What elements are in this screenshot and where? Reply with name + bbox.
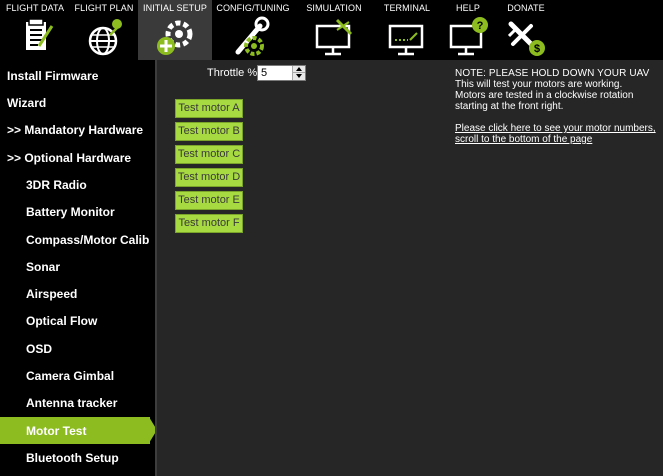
sidebar: Install Firmware Wizard >> Mandatory Har… xyxy=(0,60,157,476)
link-text: scroll to the bottom of the page xyxy=(455,134,593,145)
sidebar-item-sonar[interactable]: Sonar xyxy=(0,253,157,280)
note-text: starting at the front right. xyxy=(455,101,564,112)
nav-label: FLIGHT DATA xyxy=(5,3,65,13)
test-motor-d-button[interactable]: Test motor D xyxy=(175,168,243,187)
sidebar-item-bluetooth-setup[interactable]: Bluetooth Setup xyxy=(0,444,157,471)
note-title: NOTE: PLEASE HOLD DOWN YOUR UAV xyxy=(455,68,650,79)
nav-donate[interactable]: DONATE $ xyxy=(496,0,556,60)
nav-label: CONFIG/TUNING xyxy=(216,3,290,13)
sidebar-item-wizard[interactable]: Wizard xyxy=(0,89,157,116)
sidebar-item-label: Battery Monitor xyxy=(26,204,115,219)
spin-up-button[interactable] xyxy=(293,66,305,73)
sidebar-item-label: Airspeed xyxy=(26,286,78,301)
sidebar-item-compass-motor-calib[interactable]: Compass/Motor Calib xyxy=(0,226,157,253)
spin-down-button[interactable] xyxy=(293,73,305,80)
clipboard-icon xyxy=(26,18,54,50)
sidebar-item-label: Bluetooth Setup xyxy=(26,450,119,465)
wrench-gear-icon xyxy=(235,16,270,56)
sidebar-item-optical-flow[interactable]: Optical Flow xyxy=(0,307,157,334)
arrow-down-icon xyxy=(296,74,302,78)
plane-dollar-icon: $ xyxy=(507,21,545,56)
nav-label: TERMINAL xyxy=(383,3,431,13)
throttle-label: Throttle % xyxy=(207,67,258,79)
help-monitor-icon: ? xyxy=(449,17,488,56)
note-text: Motors are tested in a clockwise rotatio… xyxy=(455,90,634,101)
sidebar-item-label: 3DR Radio xyxy=(26,177,87,192)
sidebar-item-label: Install Firmware xyxy=(7,68,99,83)
sidebar-item-label: Antenna tracker xyxy=(26,395,118,410)
nav-terminal[interactable]: TERMINAL xyxy=(374,0,440,60)
sidebar-item-airspeed[interactable]: Airspeed xyxy=(0,280,157,307)
nav-label: HELP xyxy=(456,3,480,13)
throttle-stepper[interactable] xyxy=(257,65,306,81)
sidebar-item-motor-test[interactable]: Motor Test xyxy=(0,417,157,444)
sidebar-divider xyxy=(155,60,157,476)
test-motor-e-button[interactable]: Test motor E xyxy=(175,191,243,210)
nav-label: FLIGHT PLAN xyxy=(74,3,134,13)
monitor-plane-icon xyxy=(315,18,353,56)
test-motor-c-button[interactable]: Test motor C xyxy=(175,145,243,164)
sidebar-item-battery-monitor[interactable]: Battery Monitor xyxy=(0,198,157,225)
test-motor-a-button[interactable]: Test motor A xyxy=(175,99,243,118)
test-motor-f-button[interactable]: Test motor F xyxy=(175,214,243,233)
sidebar-item-osd[interactable]: OSD xyxy=(0,335,157,362)
note-text: This will test your motors are working. xyxy=(455,79,623,90)
sidebar-item-label: Sonar xyxy=(26,259,61,274)
nav-help[interactable]: HELP ? xyxy=(440,0,496,60)
nav-label: INITIAL SETUP xyxy=(143,3,207,13)
nav-config-tuning[interactable]: CONFIG/TUNING xyxy=(212,0,294,60)
sidebar-item-install-firmware[interactable]: Install Firmware xyxy=(0,62,157,89)
nav-label: DONATE xyxy=(507,3,545,13)
link-text: Please click here to see your motor numb… xyxy=(455,123,656,134)
nav-simulation[interactable]: SIMULATION xyxy=(294,0,374,60)
sidebar-item-label: Motor Test xyxy=(26,423,87,438)
sidebar-item-label: >> Optional Hardware xyxy=(7,150,132,165)
motor-test-note: NOTE: PLEASE HOLD DOWN YOUR UAV This wil… xyxy=(455,68,660,112)
sidebar-item-label: Optical Flow xyxy=(26,313,98,328)
throttle-input[interactable] xyxy=(259,66,292,80)
sidebar-item-3dr-radio[interactable]: 3DR Radio xyxy=(0,171,157,198)
top-navigation-bar: FLIGHT DATA FLIGHT PLAN INITIAL SETUP CO… xyxy=(0,0,663,60)
motor-numbers-link[interactable]: Please click here to see your motor numb… xyxy=(455,123,660,145)
sidebar-item-label: OSD xyxy=(26,341,53,356)
globe-icon xyxy=(88,19,122,56)
sidebar-item-antenna-tracker[interactable]: Antenna tracker xyxy=(0,389,157,416)
sidebar-item-label: Camera Gimbal xyxy=(26,368,115,383)
gear-plus-icon xyxy=(157,20,193,55)
throttle-spinner xyxy=(292,66,305,80)
svg-text:?: ? xyxy=(477,20,484,32)
sidebar-item-mandatory-hardware[interactable]: >> Mandatory Hardware xyxy=(0,116,157,143)
nav-initial-setup[interactable]: INITIAL SETUP xyxy=(138,0,212,60)
svg-text:$: $ xyxy=(534,43,540,55)
sidebar-item-label: Compass/Motor Calib xyxy=(26,232,150,247)
nav-flight-plan[interactable]: FLIGHT PLAN xyxy=(70,0,138,60)
nav-label: SIMULATION xyxy=(306,3,362,13)
terminal-monitor-icon xyxy=(388,24,424,56)
sidebar-item-label: >> Mandatory Hardware xyxy=(7,122,144,137)
sidebar-item-camera-gimbal[interactable]: Camera Gimbal xyxy=(0,362,157,389)
nav-flight-data[interactable]: FLIGHT DATA xyxy=(0,0,70,60)
sidebar-item-label: Wizard xyxy=(7,95,47,110)
arrow-up-icon xyxy=(296,67,302,71)
sidebar-item-optional-hardware[interactable]: >> Optional Hardware xyxy=(0,144,157,171)
test-motor-b-button[interactable]: Test motor B xyxy=(175,122,243,141)
